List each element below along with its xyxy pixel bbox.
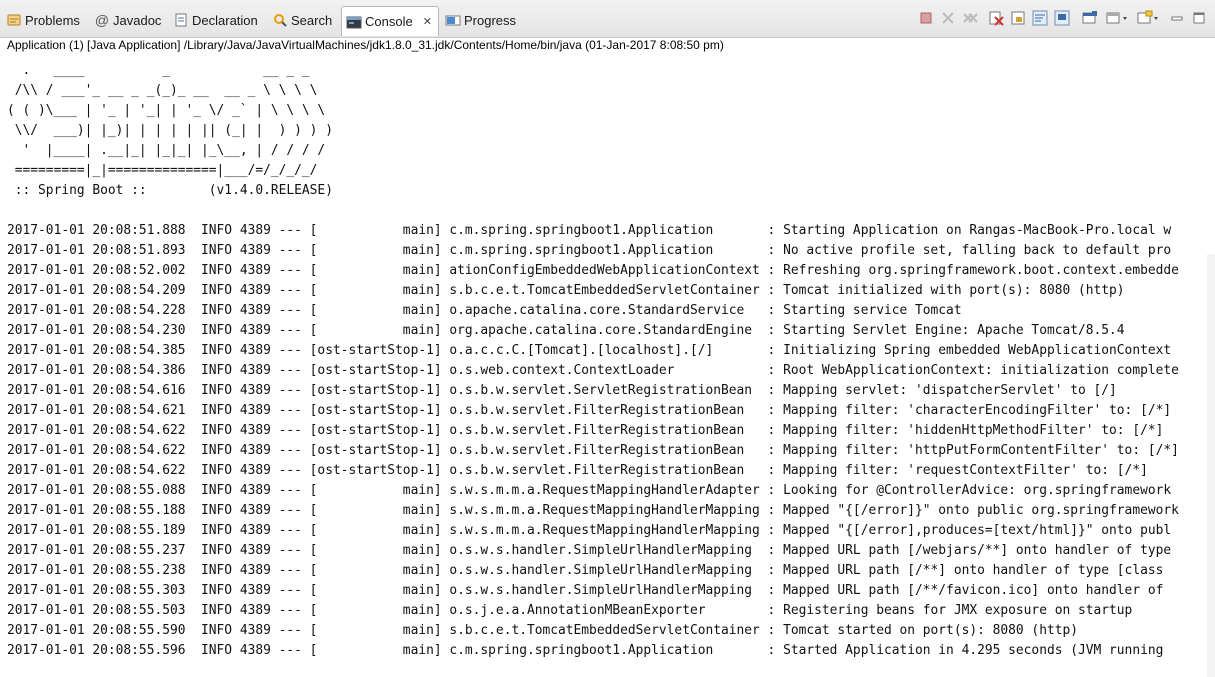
scroll-lock-icon[interactable] bbox=[1009, 9, 1027, 27]
tab-progress[interactable]: Progress bbox=[445, 8, 516, 32]
console-output-area[interactable]: . ____ _ __ _ _ /\\ / ___'_ __ _ _(_)_ _… bbox=[0, 54, 1215, 677]
tab-declaration[interactable]: Declaration bbox=[173, 8, 258, 32]
console-output-text[interactable]: . ____ _ __ _ _ /\\ / ___'_ __ _ _(_)_ _… bbox=[7, 61, 1179, 661]
remove-launch-icon[interactable] bbox=[939, 9, 957, 27]
pin-console-icon[interactable] bbox=[1053, 9, 1071, 27]
maximize-icon[interactable] bbox=[1190, 9, 1208, 27]
word-wrap-icon[interactable] bbox=[1031, 9, 1049, 27]
tab-label: Declaration bbox=[192, 12, 258, 28]
tab-console[interactable]: Console ✕ bbox=[341, 6, 439, 36]
at-sign-icon: @ bbox=[94, 12, 110, 28]
problems-icon bbox=[6, 12, 22, 28]
tab-label: Search bbox=[291, 12, 333, 28]
tab-label: Problems bbox=[25, 12, 80, 28]
tab-search[interactable]: Search bbox=[272, 8, 332, 32]
tab-javadoc[interactable]: @ Javadoc bbox=[94, 8, 162, 32]
declaration-icon bbox=[173, 12, 189, 28]
progress-icon bbox=[445, 12, 461, 28]
remove-all-icon[interactable] bbox=[961, 9, 979, 27]
clear-console-icon[interactable] bbox=[987, 9, 1005, 27]
terminate-icon[interactable] bbox=[917, 9, 935, 27]
display-selected-icon[interactable] bbox=[1081, 9, 1099, 27]
search-icon bbox=[272, 12, 288, 28]
tab-label: Javadoc bbox=[113, 12, 162, 28]
open-console-icon[interactable] bbox=[1105, 9, 1131, 27]
overview-ruler bbox=[1207, 254, 1215, 677]
tab-label: Console bbox=[365, 14, 413, 29]
launch-description: Application (1) [Java Application] /Libr… bbox=[7, 38, 724, 52]
minimize-icon[interactable] bbox=[1168, 9, 1186, 27]
console-view-tab-bar: Problems @ Javadoc Declaration Search Co… bbox=[0, 0, 1215, 38]
close-icon[interactable]: ✕ bbox=[423, 15, 432, 28]
console-icon bbox=[346, 14, 362, 30]
view-menu-icon[interactable] bbox=[1136, 9, 1162, 27]
tab-problems[interactable]: Problems bbox=[6, 8, 80, 32]
tab-label: Progress bbox=[464, 12, 517, 28]
